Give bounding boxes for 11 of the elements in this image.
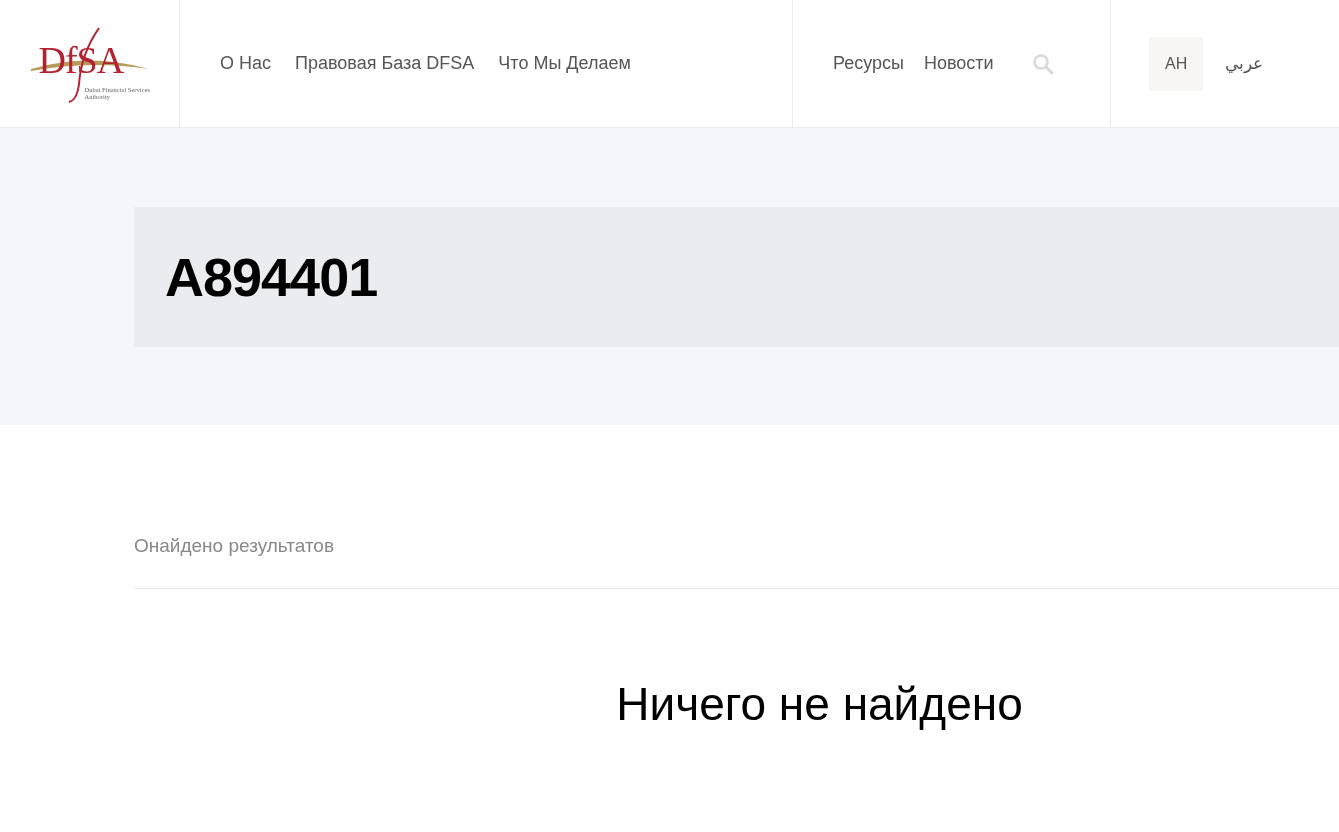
language-option[interactable]: AH xyxy=(1149,36,1204,91)
nav-link[interactable]: Ресурсы xyxy=(833,53,904,74)
nav-link[interactable]: Что Мы Делаем xyxy=(498,53,631,74)
empty-message: Ничего не найдено xyxy=(616,677,1023,731)
nav-link[interactable]: О Нас xyxy=(220,53,271,74)
nav-link[interactable]: Новости xyxy=(924,53,994,74)
search-icon[interactable] xyxy=(1031,52,1054,75)
nav-link[interactable]: Правовая База DFSA xyxy=(295,53,475,74)
language-option[interactable]: عربي xyxy=(1223,36,1266,91)
results-count: Онайдено результатов xyxy=(134,535,335,557)
search-title: A894401 xyxy=(165,245,378,308)
